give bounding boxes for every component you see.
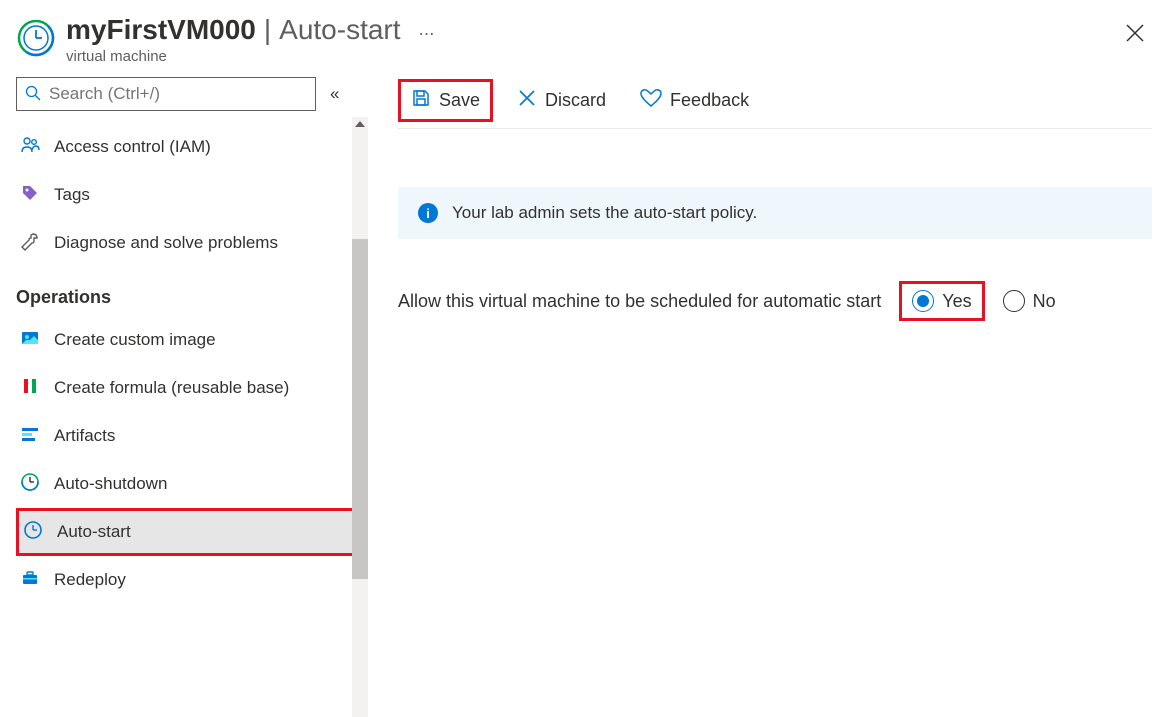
discard-icon: [517, 88, 537, 113]
briefcase-icon: [20, 568, 40, 593]
radio-yes[interactable]: Yes: [899, 281, 984, 321]
title-separator: |: [264, 14, 271, 46]
clock-shutdown-icon: [20, 472, 40, 497]
sidebar-item-access-control[interactable]: Access control (IAM): [16, 123, 360, 171]
search-box[interactable]: [16, 77, 316, 111]
sidebar-item-label: Create formula (reusable base): [54, 378, 289, 398]
sidebar-item-artifacts[interactable]: Artifacts: [16, 412, 360, 460]
radio-no[interactable]: No: [1003, 290, 1056, 312]
save-button-label: Save: [439, 90, 480, 111]
discard-button[interactable]: Discard: [507, 82, 616, 119]
sidebar-scrollbar[interactable]: [352, 117, 368, 717]
sidebar-item-redeploy[interactable]: Redeploy: [16, 556, 360, 604]
sidebar-item-label: Redeploy: [54, 570, 126, 590]
close-button[interactable]: [1126, 24, 1144, 45]
info-icon: i: [418, 203, 438, 223]
header-titles: myFirstVM000 | Auto-start ⋯ virtual mach…: [66, 14, 1148, 65]
radio-yes-label: Yes: [942, 291, 971, 312]
sidebar-item-auto-shutdown[interactable]: Auto-shutdown: [16, 460, 360, 508]
sidebar-item-auto-start[interactable]: Auto-start: [16, 508, 360, 556]
page-header: myFirstVM000 | Auto-start ⋯ virtual mach…: [0, 0, 1168, 73]
info-banner: i Your lab admin sets the auto-start pol…: [398, 187, 1152, 239]
page-name: Auto-start: [279, 14, 400, 46]
radio-no-label: No: [1033, 291, 1056, 312]
save-button[interactable]: Save: [398, 79, 493, 122]
flask-icon: [20, 376, 40, 401]
search-icon: [25, 85, 41, 104]
auto-start-option-label: Allow this virtual machine to be schedul…: [398, 291, 881, 312]
clock-lab-icon: [16, 18, 56, 61]
sidebar-section-operations: Operations: [16, 287, 360, 308]
sidebar-item-label: Access control (IAM): [54, 137, 211, 157]
heart-icon: [640, 88, 662, 113]
sidebar-item-tags[interactable]: Tags: [16, 171, 360, 219]
artifacts-icon: [20, 424, 40, 449]
sidebar-item-label: Auto-shutdown: [54, 474, 167, 494]
toolbar: Save Discard Feedback: [398, 73, 1152, 129]
auto-start-option-row: Allow this virtual machine to be schedul…: [398, 281, 1152, 321]
collapse-sidebar-button[interactable]: «: [330, 84, 339, 104]
radio-yes-indicator: [912, 290, 934, 312]
more-actions-button[interactable]: ⋯: [419, 24, 435, 44]
title-row: myFirstVM000 | Auto-start ⋯: [66, 14, 1148, 46]
sidebar-item-label: Tags: [54, 185, 90, 205]
sidebar-item-label: Diagnose and solve problems: [54, 233, 278, 253]
people-icon: [20, 135, 40, 160]
resource-type-subtitle: virtual machine: [66, 48, 1148, 65]
main-content: Save Discard Feedback i Your lab admin s…: [368, 73, 1168, 604]
sidebar-item-diagnose[interactable]: Diagnose and solve problems: [16, 219, 360, 267]
feedback-button[interactable]: Feedback: [630, 82, 759, 119]
info-message: Your lab admin sets the auto-start polic…: [452, 203, 757, 223]
search-input[interactable]: [49, 84, 307, 104]
image-icon: [20, 328, 40, 353]
resource-name: myFirstVM000: [66, 14, 256, 46]
sidebar-item-create-formula[interactable]: Create formula (reusable base): [16, 364, 360, 412]
save-icon: [411, 88, 431, 113]
sidebar: « Access control (IAM) Tags Diagnose and…: [0, 73, 368, 604]
clock-start-icon: [23, 520, 43, 545]
feedback-button-label: Feedback: [670, 90, 749, 111]
sidebar-item-label: Create custom image: [54, 330, 216, 350]
sidebar-item-label: Auto-start: [57, 522, 131, 542]
sidebar-item-create-custom-image[interactable]: Create custom image: [16, 316, 360, 364]
radio-no-indicator: [1003, 290, 1025, 312]
tag-icon: [20, 183, 40, 208]
sidebar-item-label: Artifacts: [54, 426, 115, 446]
discard-button-label: Discard: [545, 90, 606, 111]
wrench-icon: [20, 231, 40, 256]
